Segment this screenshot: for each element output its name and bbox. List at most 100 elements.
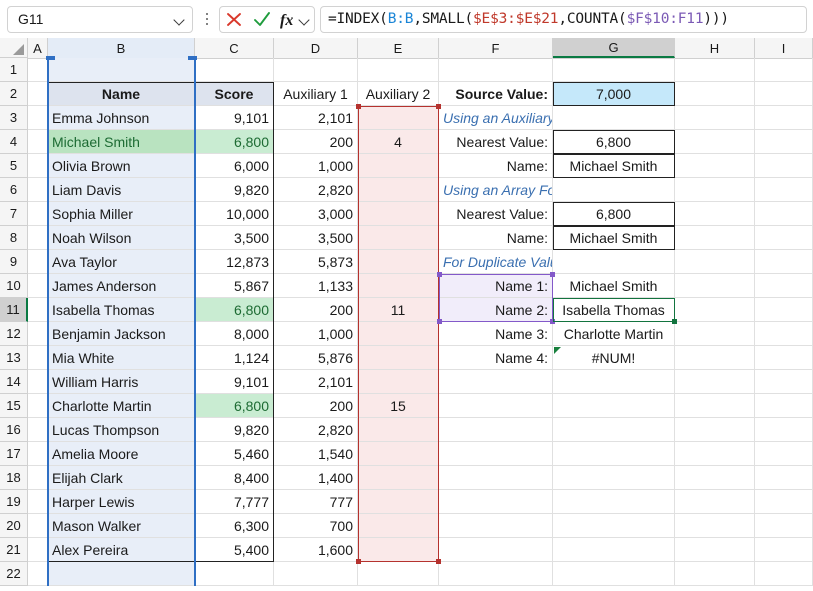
cell-H14[interactable] [675, 370, 755, 394]
cell-aux2-17[interactable] [358, 442, 439, 466]
table-row[interactable]: William Harris [48, 370, 195, 394]
cell-F22[interactable] [439, 562, 553, 586]
cell-I9[interactable] [755, 250, 813, 274]
cell-aux2-16[interactable] [358, 418, 439, 442]
cell-H6[interactable] [675, 178, 755, 202]
cell-A14[interactable] [28, 370, 48, 394]
cell-score-10[interactable]: 5,867 [195, 274, 274, 298]
cell-aux1-17[interactable]: 1,540 [274, 442, 358, 466]
cell-H11[interactable] [675, 298, 755, 322]
name-box[interactable]: G11 [7, 6, 193, 33]
range-handle[interactable] [356, 559, 361, 564]
cell-H16[interactable] [675, 418, 755, 442]
array-nearest-label[interactable]: Nearest Value: [439, 202, 553, 226]
cell-H17[interactable] [675, 442, 755, 466]
cell-A3[interactable] [28, 106, 48, 130]
cell-G19[interactable] [553, 490, 675, 514]
cell-A6[interactable] [28, 178, 48, 202]
table-row[interactable]: Olivia Brown [48, 154, 195, 178]
cell-A9[interactable] [28, 250, 48, 274]
column-header-g[interactable]: G [553, 38, 675, 58]
enter-check-icon[interactable] [251, 9, 273, 29]
table-row[interactable]: James Anderson [48, 274, 195, 298]
cell-F15[interactable] [439, 394, 553, 418]
cell-F1[interactable] [439, 58, 553, 82]
cell-aux1-13[interactable]: 5,876 [274, 346, 358, 370]
table-header-score[interactable]: Score [195, 82, 274, 106]
cell-I10[interactable] [755, 274, 813, 298]
cell-C22[interactable] [195, 562, 274, 586]
dup-value-4[interactable]: #NUM! [553, 346, 675, 370]
cell-I15[interactable] [755, 394, 813, 418]
cell-H9[interactable] [675, 250, 755, 274]
cell-I5[interactable] [755, 154, 813, 178]
cell-H10[interactable] [675, 274, 755, 298]
cell-I17[interactable] [755, 442, 813, 466]
row-header-19[interactable]: 19 [0, 490, 28, 514]
cell-F16[interactable] [439, 418, 553, 442]
cancel-x-icon[interactable] [223, 9, 245, 29]
table-row[interactable]: Mason Walker [48, 514, 195, 538]
cell-G17[interactable] [553, 442, 675, 466]
dup-value-2[interactable]: Isabella Thomas [553, 298, 675, 322]
table-row[interactable]: Noah Wilson [48, 226, 195, 250]
cell-I3[interactable] [755, 106, 813, 130]
row-header-5[interactable]: 5 [0, 154, 28, 178]
dup-label-1[interactable]: Name 1: [439, 274, 553, 298]
section-title-array[interactable]: Using an Array Formula [439, 178, 553, 202]
cell-H13[interactable] [675, 346, 755, 370]
table-row[interactable]: Ava Taylor [48, 250, 195, 274]
row-header-16[interactable]: 16 [0, 418, 28, 442]
cell-I18[interactable] [755, 466, 813, 490]
cell-aux2-14[interactable] [358, 370, 439, 394]
cell-aux2-13[interactable] [358, 346, 439, 370]
cell-aux1-15[interactable]: 200 [274, 394, 358, 418]
cell-A22[interactable] [28, 562, 48, 586]
cell-I12[interactable] [755, 322, 813, 346]
cell-D1[interactable] [274, 58, 358, 82]
cell-D22[interactable] [274, 562, 358, 586]
cell-I14[interactable] [755, 370, 813, 394]
dup-label-2[interactable]: Name 2: [439, 298, 553, 322]
array-nearest-value[interactable]: 6,800 [553, 202, 675, 226]
cell-aux1-20[interactable]: 700 [274, 514, 358, 538]
cell-A10[interactable] [28, 274, 48, 298]
cell-A19[interactable] [28, 490, 48, 514]
cell-I21[interactable] [755, 538, 813, 562]
insert-function-control[interactable]: fx [279, 9, 311, 29]
cell-H2[interactable] [675, 82, 755, 106]
cell-score-8[interactable]: 3,500 [195, 226, 274, 250]
cell-G16[interactable] [553, 418, 675, 442]
cell-H22[interactable] [675, 562, 755, 586]
table-row[interactable]: Sophia Miller [48, 202, 195, 226]
row-header-15[interactable]: 15 [0, 394, 28, 418]
table-row[interactable]: Emma Johnson [48, 106, 195, 130]
table-row[interactable]: Mia White [48, 346, 195, 370]
cell-aux2-18[interactable] [358, 466, 439, 490]
cell-aux1-3[interactable]: 2,101 [274, 106, 358, 130]
cell-A13[interactable] [28, 346, 48, 370]
dup-value-1[interactable]: Michael Smith [553, 274, 675, 298]
cell-I7[interactable] [755, 202, 813, 226]
cell-H15[interactable] [675, 394, 755, 418]
row-header-6[interactable]: 6 [0, 178, 28, 202]
cell-score-6[interactable]: 9,820 [195, 178, 274, 202]
chevron-down-icon[interactable] [298, 13, 311, 26]
cell-aux1-14[interactable]: 2,101 [274, 370, 358, 394]
cell-score-13[interactable]: 1,124 [195, 346, 274, 370]
cell-score-11[interactable]: 6,800 [195, 298, 274, 322]
row-header-14[interactable]: 14 [0, 370, 28, 394]
select-all-corner[interactable] [0, 38, 28, 58]
cell-aux1-4[interactable]: 200 [274, 130, 358, 154]
cell-aux2-8[interactable] [358, 226, 439, 250]
row-header-8[interactable]: 8 [0, 226, 28, 250]
range-handle[interactable] [437, 319, 442, 324]
cell-F18[interactable] [439, 466, 553, 490]
dup-label-3[interactable]: Name 3: [439, 322, 553, 346]
cell-A2[interactable] [28, 82, 48, 106]
row-header-13[interactable]: 13 [0, 346, 28, 370]
cell-G22[interactable] [553, 562, 675, 586]
cell-A11[interactable] [28, 298, 48, 322]
cell-score-7[interactable]: 10,000 [195, 202, 274, 226]
cell-aux1-11[interactable]: 200 [274, 298, 358, 322]
